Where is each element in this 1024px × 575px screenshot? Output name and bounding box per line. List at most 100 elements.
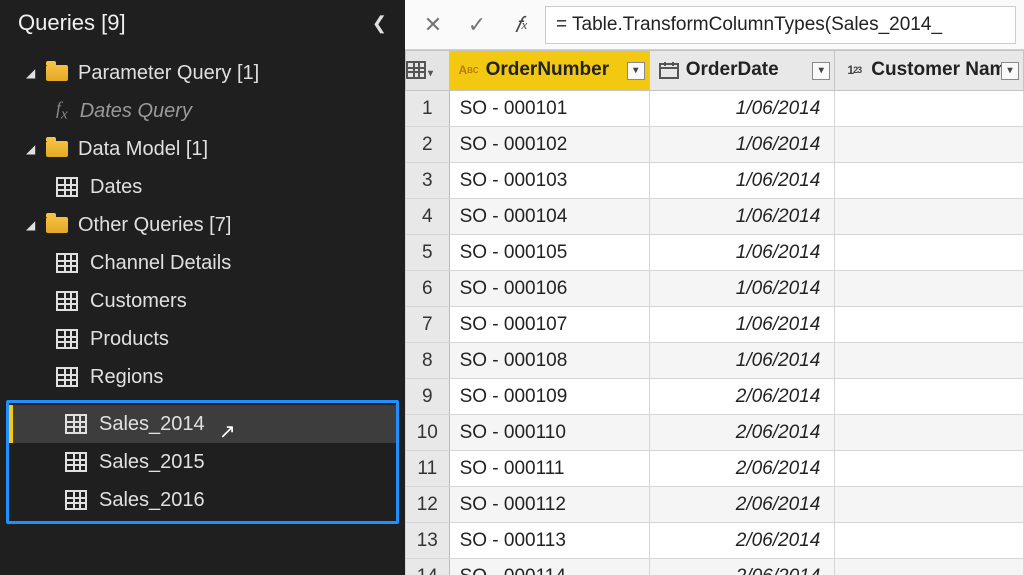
cell-orderdate[interactable]: 2/06/2014 xyxy=(649,415,835,451)
column-filter-button[interactable]: ▾ xyxy=(812,62,830,80)
row-number[interactable]: 1 xyxy=(406,91,450,127)
row-number[interactable]: 2 xyxy=(406,127,450,163)
select-all-cell[interactable]: ▾ xyxy=(406,51,450,91)
cancel-formula-button[interactable]: ✕ xyxy=(413,6,453,44)
query-group[interactable]: ◢ Other Queries [7] xyxy=(0,206,405,244)
table-row[interactable]: 1 SO - 000101 1/06/2014 xyxy=(406,91,1024,127)
cell-customer[interactable] xyxy=(835,487,1024,523)
cell-orderdate[interactable]: 1/06/2014 xyxy=(649,343,835,379)
query-item-label: Channel Details xyxy=(90,252,231,275)
table-row[interactable]: 14 SO - 000114 2/06/2014 xyxy=(406,559,1024,575)
column-header[interactable]: OrderDate ▾ xyxy=(649,51,835,91)
query-item[interactable]: Regions xyxy=(0,358,405,396)
cell-customer[interactable] xyxy=(835,415,1024,451)
row-number[interactable]: 10 xyxy=(406,415,450,451)
formula-input[interactable]: = Table.TransformColumnTypes(Sales_2014_ xyxy=(545,6,1016,44)
column-name: OrderNumber xyxy=(486,60,610,81)
table-row[interactable]: 12 SO - 000112 2/06/2014 xyxy=(406,487,1024,523)
cell-ordernumber[interactable]: SO - 000106 xyxy=(449,271,649,307)
cell-ordernumber[interactable]: SO - 000114 xyxy=(449,559,649,575)
cell-orderdate[interactable]: 1/06/2014 xyxy=(649,271,835,307)
cell-customer[interactable] xyxy=(835,307,1024,343)
table-row[interactable]: 7 SO - 000107 1/06/2014 xyxy=(406,307,1024,343)
sidebar-collapse-button[interactable]: ❮ xyxy=(372,13,387,34)
row-number[interactable]: 6 xyxy=(406,271,450,307)
table-row[interactable]: 10 SO - 000110 2/06/2014 xyxy=(406,415,1024,451)
cell-orderdate[interactable]: 2/06/2014 xyxy=(649,559,835,575)
cell-customer[interactable] xyxy=(835,451,1024,487)
row-number[interactable]: 5 xyxy=(406,235,450,271)
row-number[interactable]: 13 xyxy=(406,523,450,559)
cell-customer[interactable] xyxy=(835,235,1024,271)
query-item[interactable]: Customers xyxy=(0,282,405,320)
cell-ordernumber[interactable]: SO - 000111 xyxy=(449,451,649,487)
row-number[interactable]: 12 xyxy=(406,487,450,523)
cell-customer[interactable] xyxy=(835,379,1024,415)
cell-customer[interactable] xyxy=(835,559,1024,575)
cell-orderdate[interactable]: 1/06/2014 xyxy=(649,163,835,199)
cell-customer[interactable] xyxy=(835,91,1024,127)
cell-ordernumber[interactable]: SO - 000102 xyxy=(449,127,649,163)
query-item-selected[interactable]: Sales_2014↖ xyxy=(9,405,396,443)
query-item-label: Sales_2014 xyxy=(99,413,205,436)
row-number[interactable]: 3 xyxy=(406,163,450,199)
cell-customer[interactable] xyxy=(835,163,1024,199)
table-row[interactable]: 8 SO - 000108 1/06/2014 xyxy=(406,343,1024,379)
table-icon xyxy=(56,367,78,387)
cell-orderdate[interactable]: 1/06/2014 xyxy=(649,91,835,127)
cell-ordernumber[interactable]: SO - 000109 xyxy=(449,379,649,415)
cell-customer[interactable] xyxy=(835,343,1024,379)
cell-orderdate[interactable]: 1/06/2014 xyxy=(649,235,835,271)
cell-orderdate[interactable]: 1/06/2014 xyxy=(649,199,835,235)
row-number[interactable]: 4 xyxy=(406,199,450,235)
query-group[interactable]: ◢ Data Model [1] xyxy=(0,130,405,168)
cell-ordernumber[interactable]: SO - 000110 xyxy=(449,415,649,451)
query-item[interactable]: Channel Details xyxy=(0,244,405,282)
table-row[interactable]: 3 SO - 000103 1/06/2014 xyxy=(406,163,1024,199)
table-row[interactable]: 6 SO - 000106 1/06/2014 xyxy=(406,271,1024,307)
row-number[interactable]: 14 xyxy=(406,559,450,575)
query-group[interactable]: ◢ Parameter Query [1] xyxy=(0,54,405,92)
table-row[interactable]: 13 SO - 000113 2/06/2014 xyxy=(406,523,1024,559)
row-number[interactable]: 7 xyxy=(406,307,450,343)
query-item-label: Dates Query xyxy=(80,100,192,123)
column-filter-button[interactable]: ▾ xyxy=(627,62,645,80)
chevron-down-icon: ◢ xyxy=(26,66,40,80)
cell-orderdate[interactable]: 2/06/2014 xyxy=(649,487,835,523)
cell-ordernumber[interactable]: SO - 000112 xyxy=(449,487,649,523)
query-item[interactable]: Dates xyxy=(0,168,405,206)
table-row[interactable]: 5 SO - 000105 1/06/2014 xyxy=(406,235,1024,271)
table-row[interactable]: 11 SO - 000111 2/06/2014 xyxy=(406,451,1024,487)
query-item[interactable]: fxDates Query xyxy=(0,92,405,130)
cell-customer[interactable] xyxy=(835,127,1024,163)
cell-ordernumber[interactable]: SO - 000105 xyxy=(449,235,649,271)
cell-ordernumber[interactable]: SO - 000103 xyxy=(449,163,649,199)
cell-orderdate[interactable]: 1/06/2014 xyxy=(649,307,835,343)
table-row[interactable]: 2 SO - 000102 1/06/2014 xyxy=(406,127,1024,163)
cell-customer[interactable] xyxy=(835,199,1024,235)
query-item[interactable]: Sales_2016 xyxy=(9,481,396,519)
commit-formula-button[interactable]: ✓ xyxy=(457,6,497,44)
column-filter-button[interactable]: ▾ xyxy=(1001,62,1019,80)
cell-customer[interactable] xyxy=(835,271,1024,307)
table-row[interactable]: 9 SO - 000109 2/06/2014 xyxy=(406,379,1024,415)
row-number[interactable]: 8 xyxy=(406,343,450,379)
cell-customer[interactable] xyxy=(835,523,1024,559)
cell-orderdate[interactable]: 2/06/2014 xyxy=(649,451,835,487)
cell-ordernumber[interactable]: SO - 000113 xyxy=(449,523,649,559)
query-item[interactable]: Sales_2015 xyxy=(9,443,396,481)
query-item[interactable]: Products xyxy=(0,320,405,358)
row-number[interactable]: 11 xyxy=(406,451,450,487)
query-item-label: Sales_2016 xyxy=(99,489,205,512)
cell-orderdate[interactable]: 2/06/2014 xyxy=(649,379,835,415)
row-number[interactable]: 9 xyxy=(406,379,450,415)
cell-orderdate[interactable]: 2/06/2014 xyxy=(649,523,835,559)
cell-ordernumber[interactable]: SO - 000104 xyxy=(449,199,649,235)
column-header[interactable]: ABCOrderNumber ▾ xyxy=(449,51,649,91)
column-header[interactable]: 123Customer Name ▾ xyxy=(835,51,1024,91)
cell-ordernumber[interactable]: SO - 000101 xyxy=(449,91,649,127)
table-row[interactable]: 4 SO - 000104 1/06/2014 xyxy=(406,199,1024,235)
cell-orderdate[interactable]: 1/06/2014 xyxy=(649,127,835,163)
cell-ordernumber[interactable]: SO - 000108 xyxy=(449,343,649,379)
cell-ordernumber[interactable]: SO - 000107 xyxy=(449,307,649,343)
